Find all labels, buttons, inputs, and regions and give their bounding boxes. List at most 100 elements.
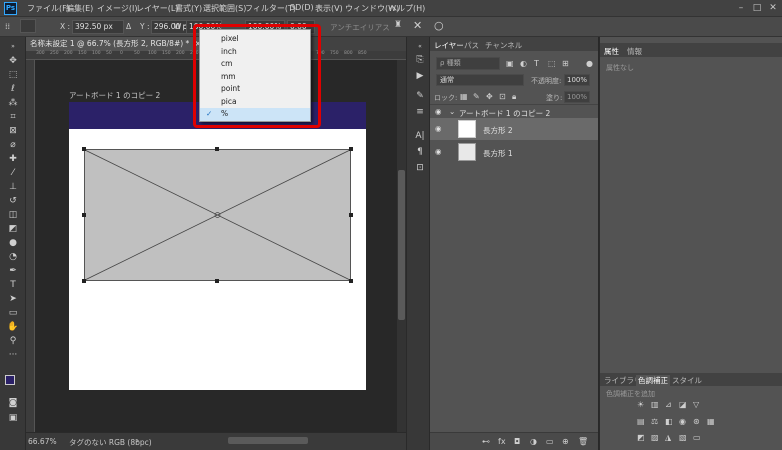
filter-shape-icon[interactable]: ⬚ bbox=[548, 59, 556, 69]
strip-collapse-icon[interactable]: « bbox=[413, 40, 427, 54]
layer-row-rectangle-1[interactable]: ◉ 長方形 1 bbox=[430, 141, 598, 163]
menu-view[interactable]: 表示(V) bbox=[315, 3, 343, 14]
menu-file[interactable]: ファイル(F) bbox=[27, 3, 70, 14]
tab-layers[interactable]: レイヤー bbox=[434, 40, 464, 51]
menu-edit[interactable]: 編集(E) bbox=[66, 3, 93, 14]
close-window-button[interactable]: ✕ bbox=[766, 2, 780, 14]
eraser-tool-icon[interactable]: ◫ bbox=[5, 209, 21, 222]
cancel-transform-icon[interactable]: ✕ bbox=[413, 19, 422, 32]
lock-all-icon[interactable]: 🔒︎ bbox=[512, 92, 516, 102]
foreground-color-swatch[interactable] bbox=[5, 375, 15, 385]
layer-name[interactable]: 長方形 1 bbox=[483, 148, 513, 159]
posterize-icon[interactable]: ▨ bbox=[651, 433, 659, 443]
tool-preset-icon[interactable]: ⁞⁞ bbox=[5, 22, 10, 31]
levels-icon[interactable]: ▥ bbox=[651, 400, 659, 410]
transform-handle-right[interactable] bbox=[349, 213, 353, 217]
transform-handle-top[interactable] bbox=[215, 147, 219, 151]
filter-toggle-icon[interactable]: ● bbox=[586, 59, 593, 69]
layer-kind-filter[interactable]: ρ 種類 bbox=[436, 57, 500, 70]
status-menu-arrow-icon[interactable]: › bbox=[136, 436, 139, 445]
invert-icon[interactable]: ◩ bbox=[637, 433, 645, 443]
artboard-label[interactable]: アートボード 1 のコピー 2 bbox=[69, 90, 160, 101]
delete-layer-icon[interactable]: 🗑︎ bbox=[578, 437, 588, 447]
channel-mixer-icon[interactable]: ⊛ bbox=[693, 417, 700, 427]
transform-handle-bottom[interactable] bbox=[215, 279, 219, 283]
tab-channels[interactable]: チャンネル bbox=[485, 40, 522, 51]
history-panel-icon[interactable]: ⎘ bbox=[413, 53, 427, 67]
filter-smart-object-icon[interactable]: ⊞ bbox=[562, 59, 569, 69]
new-adjustment-icon[interactable]: ◑ bbox=[530, 437, 537, 447]
lock-position-icon[interactable]: ✥ bbox=[486, 92, 493, 102]
marquee-tool-icon[interactable]: ⬚ bbox=[5, 69, 21, 82]
path-selection-tool-icon[interactable]: ➤ bbox=[5, 293, 21, 306]
artboard-group-row[interactable]: ◉ ⌄ アートボード 1 のコピー 2 bbox=[430, 104, 598, 118]
blur-tool-icon[interactable]: ● bbox=[5, 237, 21, 250]
lock-transparent-icon[interactable]: ▦ bbox=[460, 92, 468, 102]
frame-tool-icon[interactable]: ⊠ bbox=[5, 125, 21, 138]
more-tools-icon[interactable]: ··· bbox=[5, 349, 21, 362]
curves-icon[interactable]: ⊿ bbox=[665, 400, 672, 410]
menu-type[interactable]: 書式(Y) bbox=[175, 3, 202, 14]
relative-position-icon[interactable]: Δ bbox=[126, 22, 131, 31]
selective-color-icon[interactable]: ▧ bbox=[679, 433, 687, 443]
horizontal-scroll-thumb[interactable] bbox=[228, 437, 308, 444]
type-tool-icon[interactable]: T bbox=[5, 279, 21, 292]
healing-brush-tool-icon[interactable]: ✚ bbox=[5, 153, 21, 166]
threshold-icon[interactable]: ◮ bbox=[665, 433, 671, 443]
screen-mode-icon[interactable]: ▣ bbox=[5, 412, 21, 425]
menu-image[interactable]: イメージ(I) bbox=[97, 3, 137, 14]
exposure-icon[interactable]: ◪ bbox=[679, 400, 687, 410]
eyedropper-tool-icon[interactable]: ⌀ bbox=[5, 139, 21, 152]
transform-handle-left[interactable] bbox=[82, 213, 86, 217]
magic-wand-tool-icon[interactable]: ⁂ bbox=[5, 97, 21, 110]
character-panel-icon[interactable]: A| bbox=[413, 129, 427, 143]
commit-transform-icon[interactable]: ○ bbox=[434, 19, 444, 32]
stamp-tool-icon[interactable]: ⊥ bbox=[5, 181, 21, 194]
menu-select[interactable]: 選択範囲(S) bbox=[203, 3, 246, 14]
zoom-tool-icon[interactable]: ⚲ bbox=[5, 335, 21, 348]
brush-settings-icon[interactable]: ≡ bbox=[413, 105, 427, 119]
quick-mask-icon[interactable]: ◙ bbox=[5, 397, 21, 410]
visibility-eye-icon[interactable]: ◉ bbox=[435, 147, 442, 156]
photo-filter-icon[interactable]: ◉ bbox=[679, 417, 686, 427]
opacity-input[interactable]: 100% bbox=[564, 74, 590, 86]
tab-info[interactable]: 情報 bbox=[627, 46, 642, 57]
vibrance-icon[interactable]: ▽ bbox=[693, 400, 699, 410]
transform-handle-bottom-right[interactable] bbox=[349, 279, 353, 283]
layer-row-rectangle-2[interactable]: ◉ 長方形 2 bbox=[430, 118, 598, 140]
panel-collapse-icon[interactable]: » bbox=[5, 40, 21, 53]
dodge-tool-icon[interactable]: ◔ bbox=[5, 251, 21, 264]
move-tool-icon[interactable]: ✥ bbox=[5, 55, 21, 68]
minimize-button[interactable]: – bbox=[734, 2, 748, 14]
visibility-eye-icon[interactable]: ◉ bbox=[435, 124, 442, 133]
brightness-icon[interactable]: ☀ bbox=[637, 400, 644, 410]
tab-paths[interactable]: パス bbox=[464, 40, 479, 51]
document-tab[interactable]: 名称未設定 1 @ 66.7% (長方形 2, RGB/8#) * × bbox=[26, 37, 202, 51]
new-layer-icon[interactable]: ⊕ bbox=[562, 437, 569, 447]
hue-saturation-icon[interactable]: ▤ bbox=[637, 417, 645, 427]
fill-input[interactable]: 100% bbox=[564, 91, 590, 103]
lasso-tool-icon[interactable]: ℓ bbox=[5, 83, 21, 96]
x-input[interactable]: 392.50 px bbox=[72, 20, 124, 34]
menu-3d[interactable]: 3D(D) bbox=[290, 3, 314, 12]
menu-layer[interactable]: レイヤー(L) bbox=[136, 3, 178, 14]
maximize-button[interactable]: □ bbox=[750, 2, 764, 14]
document-profile[interactable]: タグのない RGB (8bpc) bbox=[69, 437, 152, 448]
chevron-down-icon[interactable]: ⌄ bbox=[449, 107, 455, 116]
tab-properties[interactable]: 属性 bbox=[604, 46, 619, 57]
menu-filter[interactable]: フィルター(T) bbox=[245, 3, 296, 14]
filter-adjustment-icon[interactable]: ◐ bbox=[520, 59, 527, 69]
brush-tool-icon[interactable]: ⁄ bbox=[5, 167, 21, 180]
paint-bucket-tool-icon[interactable]: ◩ bbox=[5, 223, 21, 236]
antialias-checkbox[interactable]: アンチエイリアス bbox=[330, 22, 390, 33]
lock-image-icon[interactable]: ✎ bbox=[473, 92, 480, 102]
paragraph-panel-icon[interactable]: ¶ bbox=[413, 145, 427, 159]
transform-handle-top-right[interactable] bbox=[349, 147, 353, 151]
black-white-icon[interactable]: ◧ bbox=[665, 417, 673, 427]
new-group-icon[interactable]: ▭ bbox=[546, 437, 554, 447]
warp-mode-icon[interactable]: ♜ bbox=[394, 20, 402, 30]
visibility-eye-icon[interactable]: ◉ bbox=[435, 107, 442, 116]
hand-tool-icon[interactable]: ✋ bbox=[5, 321, 21, 334]
actions-panel-icon[interactable]: ▶ bbox=[413, 69, 427, 83]
blend-mode-select[interactable]: 通常 bbox=[436, 74, 524, 86]
